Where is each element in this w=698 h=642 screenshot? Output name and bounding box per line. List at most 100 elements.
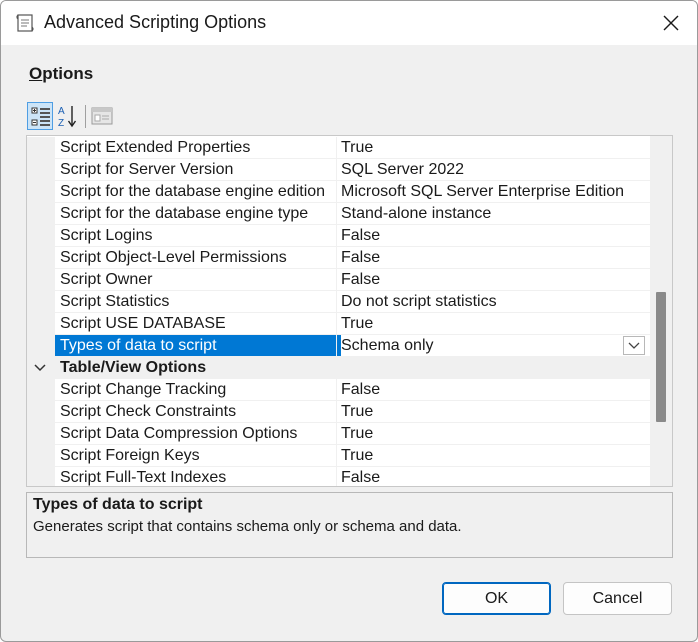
column-divider[interactable] xyxy=(336,467,337,486)
value-dropdown-button[interactable] xyxy=(623,336,645,355)
property-name[interactable]: Script Owner xyxy=(60,269,336,291)
column-divider[interactable] xyxy=(336,291,337,313)
cancel-button[interactable]: Cancel xyxy=(563,582,672,615)
property-row[interactable]: Types of data to script Schema only xyxy=(27,335,650,357)
column-divider[interactable] xyxy=(336,203,337,225)
property-grid: Script Extended Properties True Script for… xyxy=(26,135,673,487)
row-gutter xyxy=(27,269,55,291)
property-value[interactable]: False xyxy=(341,379,646,401)
property-value[interactable]: True xyxy=(341,445,646,467)
column-divider[interactable] xyxy=(336,225,337,247)
window-title: Advanced Scripting Options xyxy=(44,12,267,32)
row-gutter xyxy=(27,181,55,203)
category-row[interactable]: Table/View Options xyxy=(27,357,650,379)
property-value[interactable]: Microsoft SQL Server Enterprise Edition xyxy=(341,181,646,203)
column-divider[interactable] xyxy=(336,247,337,269)
property-name[interactable]: Script Extended Properties xyxy=(60,137,336,159)
property-value[interactable]: True xyxy=(341,137,646,159)
alphabetical-button[interactable]: A Z xyxy=(55,102,81,130)
column-divider[interactable] xyxy=(336,159,337,181)
property-value[interactable]: True xyxy=(341,401,646,423)
scrollbar-thumb[interactable] xyxy=(656,292,666,422)
category-label: Table/View Options xyxy=(60,359,207,376)
advanced-scripting-options-dialog: Advanced Scripting Options Options A Z S… xyxy=(0,0,698,642)
property-row[interactable]: Script Check Constraints True xyxy=(27,401,650,423)
property-grid-rows: Script Extended Properties True Script for… xyxy=(27,137,650,486)
property-row[interactable]: Script Logins False xyxy=(27,225,650,247)
column-divider[interactable] xyxy=(336,181,337,203)
categorized-button[interactable] xyxy=(27,102,53,130)
property-row[interactable]: Script Data Compression Options True xyxy=(27,423,650,445)
property-name[interactable]: Script Object-Level Permissions xyxy=(60,247,336,269)
property-name[interactable]: Script Statistics xyxy=(60,291,336,313)
column-divider[interactable] xyxy=(336,423,337,445)
property-name[interactable]: Script for the database engine type xyxy=(60,203,336,225)
row-gutter xyxy=(27,247,55,269)
svg-text:A: A xyxy=(58,106,65,117)
property-name[interactable]: Types of data to script xyxy=(55,335,341,357)
property-name[interactable]: Script Full-Text Indexes xyxy=(60,467,336,486)
row-gutter xyxy=(27,313,55,335)
close-icon xyxy=(663,15,679,31)
property-value[interactable]: False xyxy=(341,269,646,291)
property-value[interactable]: False xyxy=(341,247,646,269)
property-row[interactable]: Script Full-Text Indexes False xyxy=(27,467,650,486)
property-row[interactable]: Script for the database engine edition Mi… xyxy=(27,181,650,203)
row-gutter xyxy=(27,445,55,467)
column-divider[interactable] xyxy=(336,313,337,335)
toolbar-separator xyxy=(85,105,86,128)
property-name[interactable]: Script for Server Version xyxy=(60,159,336,181)
column-divider[interactable] xyxy=(336,379,337,401)
property-name[interactable]: Script Foreign Keys xyxy=(60,445,336,467)
property-value[interactable]: False xyxy=(341,467,646,486)
vertical-scrollbar[interactable] xyxy=(650,136,672,486)
property-row[interactable]: Script Owner False xyxy=(27,269,650,291)
column-divider[interactable] xyxy=(336,269,337,291)
property-name[interactable]: Script Logins xyxy=(60,225,336,247)
property-value[interactable]: Do not script statistics xyxy=(341,291,646,313)
property-value[interactable]: Stand-alone instance xyxy=(341,203,646,225)
column-divider[interactable] xyxy=(336,445,337,467)
title-bar[interactable]: Advanced Scripting Options xyxy=(1,1,697,45)
description-body: Generates script that contains schema on… xyxy=(33,518,462,535)
property-row[interactable]: Script for the database engine type Stand… xyxy=(27,203,650,225)
property-grid-toolbar: A Z xyxy=(27,102,127,130)
chevron-down-icon[interactable] xyxy=(33,362,47,374)
column-divider[interactable] xyxy=(336,137,337,159)
chevron-down-icon xyxy=(628,342,640,349)
property-row[interactable]: Script USE DATABASE True xyxy=(27,313,650,335)
property-value[interactable]: False xyxy=(341,225,646,247)
property-row[interactable]: Script Statistics Do not script statistic… xyxy=(27,291,650,313)
scroll-icon xyxy=(16,14,34,32)
column-divider[interactable] xyxy=(336,335,337,357)
column-divider[interactable] xyxy=(336,401,337,423)
row-gutter xyxy=(27,137,55,159)
options-heading-mnemonic: O xyxy=(29,64,43,83)
description-panel: Types of data to script Generates script… xyxy=(26,492,673,558)
close-button[interactable] xyxy=(651,6,691,40)
property-row[interactable]: Script Object-Level Permissions False xyxy=(27,247,650,269)
row-gutter xyxy=(27,335,55,357)
property-name[interactable]: Script Data Compression Options xyxy=(60,423,336,445)
property-name[interactable]: Script Change Tracking xyxy=(60,379,336,401)
ok-button[interactable]: OK xyxy=(442,582,551,615)
row-gutter xyxy=(27,291,55,313)
row-gutter xyxy=(27,467,55,486)
property-row[interactable]: Script Extended Properties True xyxy=(27,137,650,159)
property-row[interactable]: Script Foreign Keys True xyxy=(27,445,650,467)
options-heading-rest: ptions xyxy=(42,64,94,83)
property-value[interactable]: Schema only xyxy=(341,335,646,357)
row-gutter xyxy=(27,159,55,181)
property-pages-icon xyxy=(91,107,113,125)
row-gutter xyxy=(27,225,55,247)
property-value[interactable]: SQL Server 2022 xyxy=(341,159,646,181)
row-gutter xyxy=(27,379,55,401)
property-name[interactable]: Script USE DATABASE xyxy=(60,313,336,335)
property-row[interactable]: Script for Server Version SQL Server 2022 xyxy=(27,159,650,181)
property-value[interactable]: True xyxy=(341,313,646,335)
property-row[interactable]: Script Change Tracking False xyxy=(27,379,650,401)
property-pages-button[interactable] xyxy=(89,102,115,130)
property-name[interactable]: Script Check Constraints xyxy=(60,401,336,423)
property-name[interactable]: Script for the database engine edition xyxy=(60,181,336,203)
property-value[interactable]: True xyxy=(341,423,646,445)
